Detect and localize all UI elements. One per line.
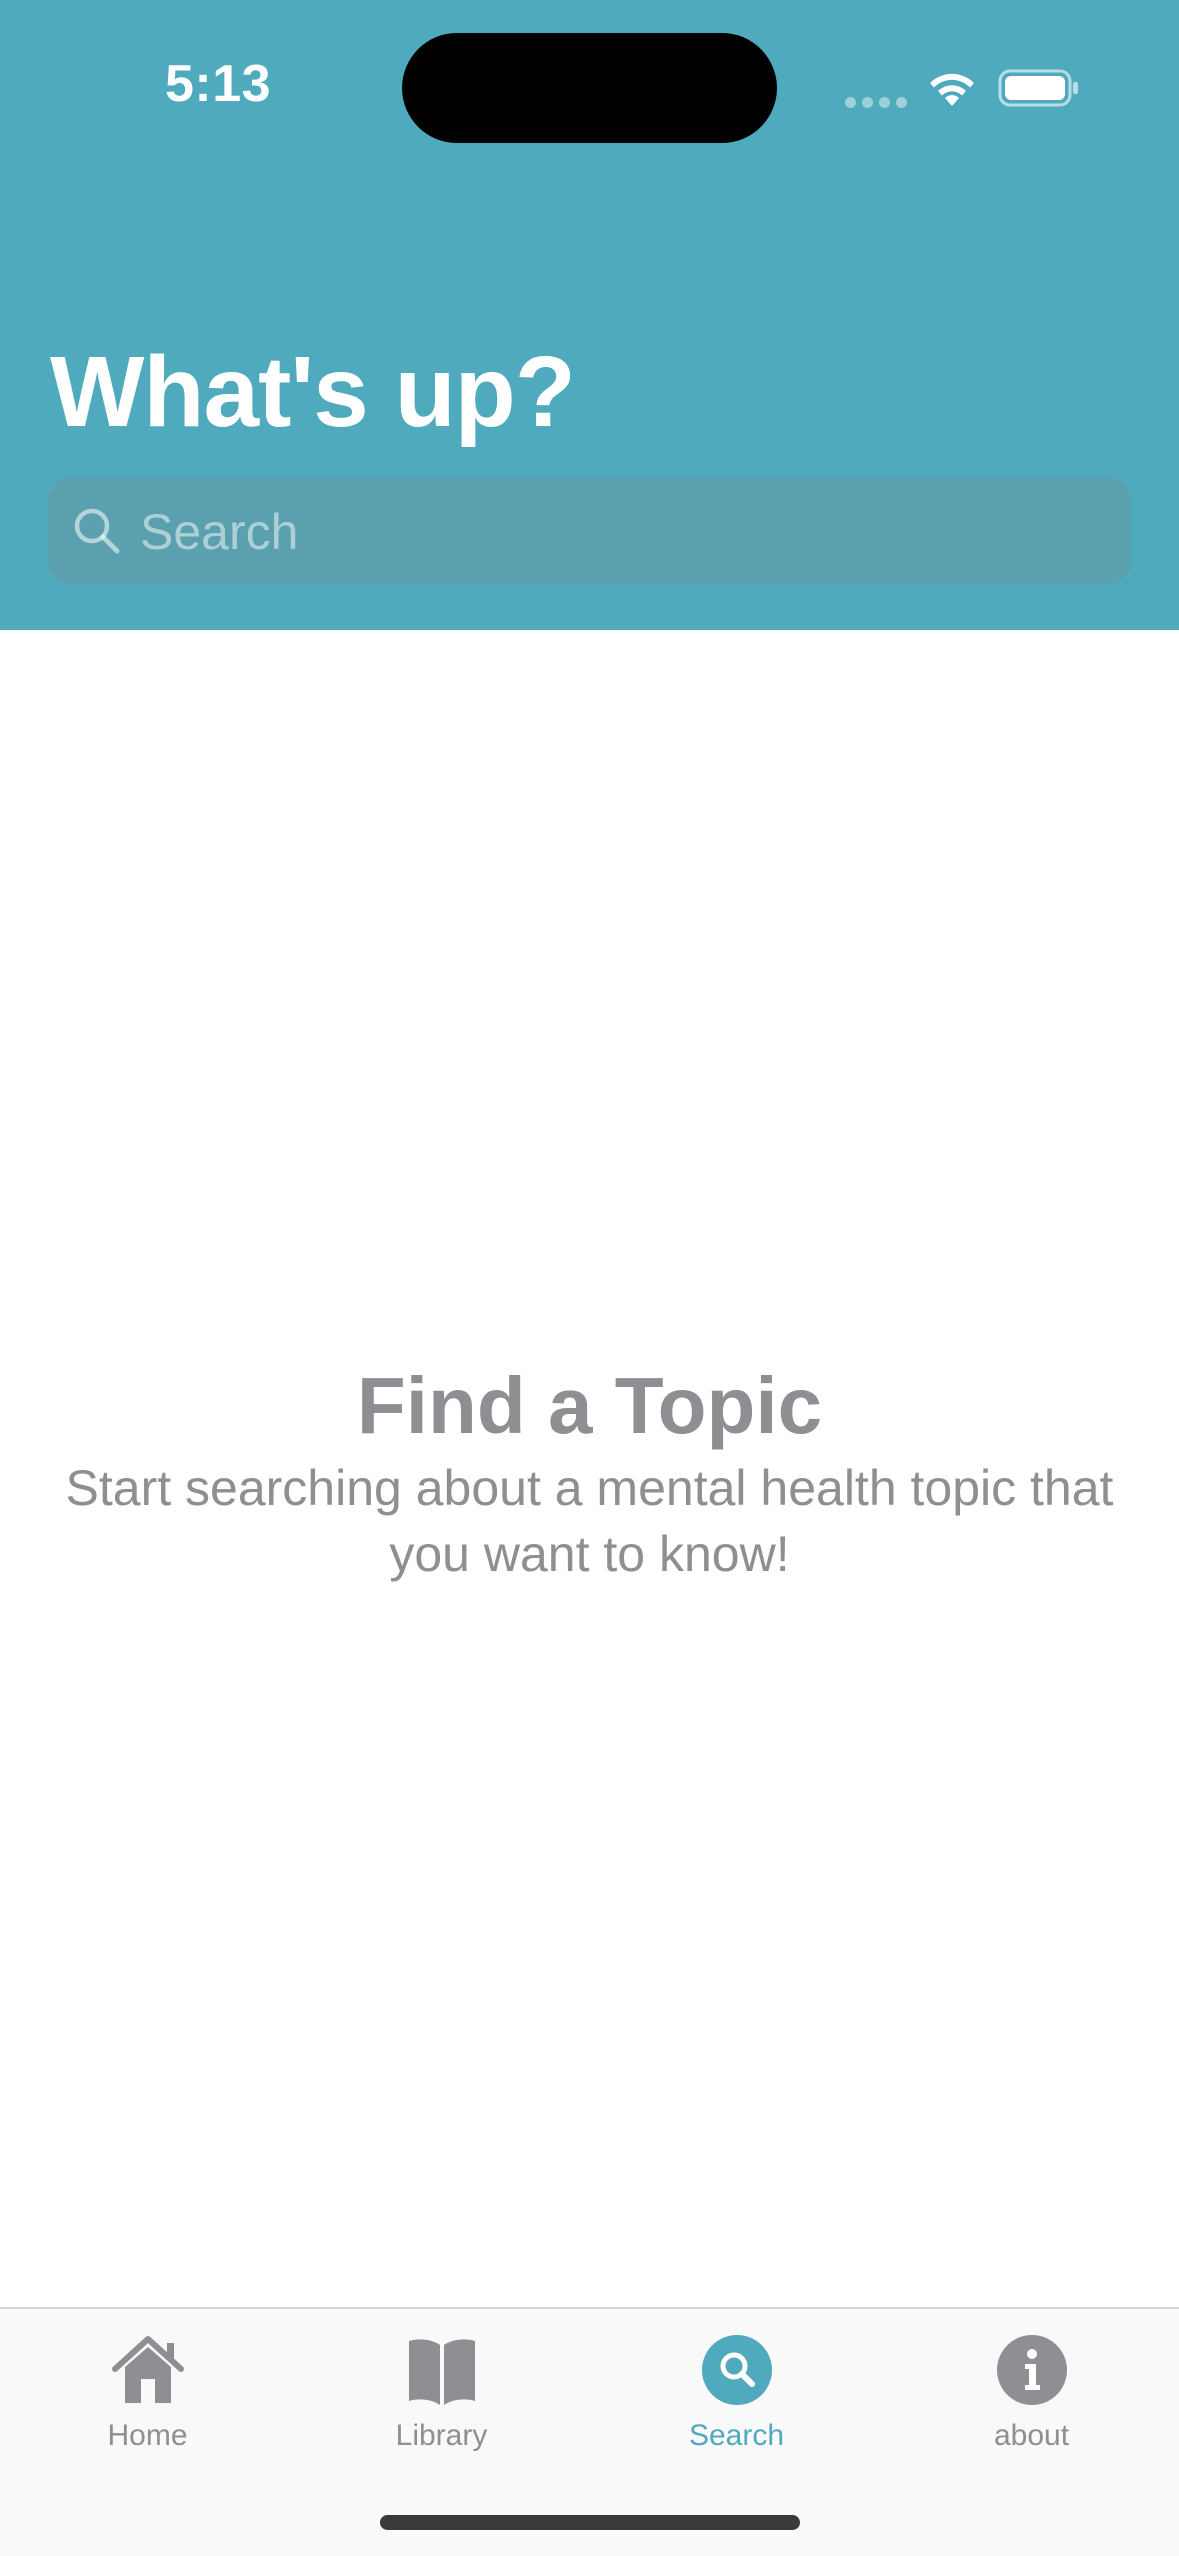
tab-about[interactable]: about: [884, 2327, 1179, 2477]
search-circle-icon: [701, 2335, 772, 2405]
info-circle-icon: [996, 2335, 1067, 2405]
tab-library[interactable]: Library: [294, 2327, 589, 2477]
book-icon: [408, 2339, 475, 2405]
tab-about-label: about: [993, 2419, 1070, 2452]
tab-search[interactable]: Search: [589, 2327, 884, 2477]
header: 5:13 What's up? Search: [0, 0, 1179, 630]
wifi-icon: [930, 73, 974, 106]
dynamic-island: [402, 33, 777, 143]
search-placeholder: Search: [140, 504, 299, 560]
tab-home[interactable]: Home: [0, 2327, 295, 2477]
tab-search-label: Search: [688, 2419, 785, 2452]
cellular-signal-icon: [845, 97, 907, 108]
search-screen: 5:13 What's up? Search Find a Topic Star…: [0, 0, 1179, 2556]
search-input[interactable]: Search: [48, 478, 1131, 584]
search-icon: [74, 508, 120, 554]
tab-home-label: Home: [107, 2419, 188, 2452]
home-indicator[interactable]: [380, 2515, 800, 2530]
empty-state-subtitle: Start searching about a mental health to…: [65, 1460, 1114, 1582]
tab-library-label: Library: [395, 2419, 488, 2452]
status-time: 5:13: [164, 55, 272, 113]
house-icon: [111, 2336, 184, 2403]
page-title: What's up?: [50, 336, 576, 448]
empty-state-title: Find a Topic: [356, 1361, 823, 1450]
battery-icon: [998, 69, 1078, 107]
